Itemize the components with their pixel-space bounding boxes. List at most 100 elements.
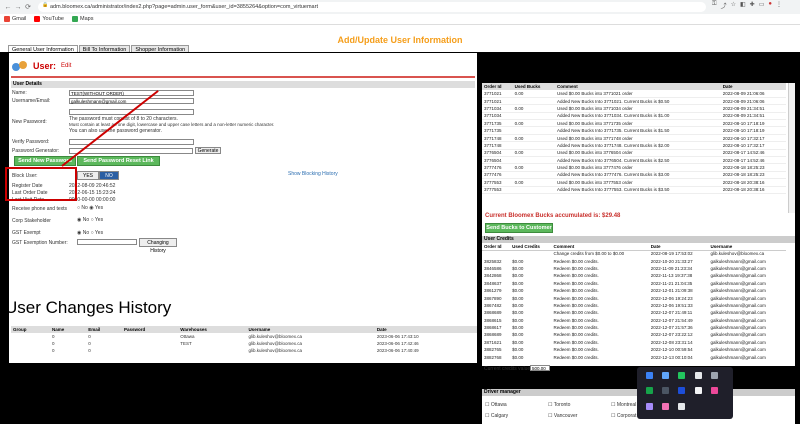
cell: 2022-08-10 17:32:17 (720, 141, 786, 150)
cell[interactable]: 3867482 (482, 302, 510, 309)
cell: $0.00 (512, 325, 524, 331)
cell: galkuleshmann@gmail.com (710, 295, 766, 301)
cell: 2022-12-06 19:24:23 (650, 295, 693, 301)
city-checkbox-corporate[interactable]: ☐ Corporat (611, 413, 636, 419)
user-header: User: Edit (12, 59, 71, 73)
bucks-scrollbar[interactable] (788, 83, 795, 213)
radio-yes[interactable]: ○ (91, 217, 94, 223)
cell[interactable]: 3882765 (482, 346, 510, 353)
key-icon[interactable]: ⚿ (712, 1, 717, 10)
table-header-row: Order Id Used Credits Comment Date Usern… (482, 243, 786, 251)
cell: 2022-08-10 17:18:19 (720, 119, 786, 128)
generator-input[interactable] (69, 148, 193, 154)
monitor-icon[interactable] (695, 372, 702, 379)
forward-icon[interactable]: → (13, 4, 23, 11)
network-icon[interactable] (662, 372, 669, 379)
teams-icon[interactable] (678, 387, 685, 394)
menu-icon[interactable]: ⋮ (776, 1, 782, 10)
chat-icon[interactable] (695, 387, 702, 394)
block-no-button[interactable]: NO (99, 171, 119, 180)
clock-icon[interactable] (662, 387, 669, 394)
maps-icon (72, 16, 78, 22)
reload-icon[interactable]: ⟳ (23, 3, 33, 11)
email-input[interactable]: galkuleshmann@gmail.com (69, 98, 194, 104)
city-checkbox-toronto[interactable]: ☐ Toronto (548, 402, 570, 408)
address-bar[interactable]: adm.bloomex.ca/administrator/index2.php?… (38, 2, 706, 12)
cell: Change credits from $0.00 to $0.00 (553, 251, 625, 257)
tool-icon[interactable] (711, 372, 718, 379)
table-row: 3776504 Added New Bucks Into 3776504. Cur… (482, 156, 786, 165)
cell[interactable]: 3871621 (482, 339, 510, 346)
cell[interactable]: 3846586 (482, 265, 510, 272)
radio-no[interactable]: ◉ (77, 217, 81, 223)
radio-no[interactable]: ◉ (77, 230, 81, 236)
show-blocking-history-link[interactable]: Show Blocking History (288, 171, 338, 177)
table-row: 3777553 0.00 Used $0.00 Bucks into 3777553… (482, 178, 786, 187)
star-icon[interactable]: ☆ (731, 1, 736, 10)
city-checkbox-calgary[interactable]: ☐ Calgary (485, 413, 508, 419)
puzzle-icon[interactable]: ✚ (750, 1, 755, 10)
bookmark-maps[interactable]: Maps (72, 16, 93, 22)
bookmark-label: Maps (80, 16, 94, 22)
radio-yes[interactable]: ◉ (89, 205, 93, 211)
cell: Redeem $0.00 credits. (553, 332, 599, 338)
brush-icon[interactable] (711, 387, 718, 394)
cell[interactable]: 3867890 (482, 294, 510, 301)
security-icon[interactable] (646, 387, 653, 394)
generate-button[interactable]: Generate (195, 147, 221, 154)
cell (512, 171, 556, 180)
cell: galkuleshmann@gmail.com (710, 332, 766, 338)
city-label: Ottawa (490, 402, 507, 408)
table-row: 3771021 0.00 Used $0.00 Bucks into 3771021… (482, 90, 786, 98)
app-icon[interactable] (678, 372, 685, 379)
cell: 2022-08-09 21:06:06 (720, 97, 786, 106)
cell[interactable]: 3868689 (482, 309, 510, 316)
block-yes-button[interactable]: YES (77, 171, 99, 180)
cell: Redeem $0.00 credits. (553, 273, 599, 279)
name-input[interactable]: TEST(WITHOUT ORDER) (69, 90, 194, 96)
table-row: 3777476 0.00 Used $0.00 Bucks into 3777476… (482, 163, 786, 172)
avatar-icon[interactable]: ● (768, 1, 772, 10)
sidebar-icon[interactable]: ▭ (759, 1, 765, 10)
cell (512, 186, 556, 194)
cell[interactable]: 3882768 (482, 353, 510, 360)
city-label: Corporat (616, 413, 637, 419)
column-header: Password (121, 326, 179, 333)
bookmark-youtube[interactable]: YouTube (34, 16, 64, 22)
cell[interactable]: 3861279 (482, 287, 510, 294)
city-label: Montreal (616, 402, 637, 408)
send-bucks-button[interactable]: Send Bucks to Customer (485, 223, 553, 233)
gst-number-input[interactable] (77, 239, 137, 245)
city-checkbox-ottawa[interactable]: ☐ Ottawa (485, 402, 507, 408)
cell[interactable]: 3842868 (482, 272, 510, 279)
cell: galkuleshmann@gmail.com (710, 347, 766, 353)
cell: 2022-08-18 18:25:23 (720, 163, 786, 172)
radio-yes[interactable]: ○ (91, 230, 94, 236)
send-reset-link-button[interactable]: Send Password Reset Link (77, 156, 160, 166)
capture-icon[interactable] (662, 403, 669, 410)
bookmark-gmail[interactable]: Gmail (4, 16, 26, 22)
back-icon[interactable]: ← (3, 4, 13, 11)
cell[interactable]: 3868617 (482, 324, 510, 331)
table-row: 3771735 0.00 Used $0.00 Bucks into 3771735… (482, 119, 786, 128)
changes-table: Group Name Email Password Warehouses Use… (11, 326, 477, 354)
cell[interactable]: 3848637 (482, 280, 510, 287)
bookmarks-bar: Gmail YouTube Maps (0, 14, 800, 25)
cloud-icon[interactable] (678, 403, 685, 410)
current-credits-input[interactable]: 500.00 (530, 365, 550, 371)
changing-history-button[interactable]: Changing History (139, 238, 177, 254)
lock-icon[interactable]: 🔒 (42, 2, 48, 8)
city-checkbox-vancouver[interactable]: ☐ Vancouver (548, 413, 577, 419)
city-checkbox-montreal[interactable]: ☐ Montreal (611, 402, 636, 408)
cell[interactable]: 3868689 (482, 331, 510, 338)
radio-no-label: No (82, 230, 90, 236)
extension-icon[interactable]: ◧ (740, 1, 746, 10)
bluetooth-icon[interactable] (646, 372, 653, 379)
cell[interactable] (482, 250, 510, 257)
share-icon[interactable]: ⤴ (721, 1, 727, 10)
radio-no[interactable]: ○ (77, 205, 80, 211)
cell[interactable]: 3825832 (482, 257, 510, 264)
cell[interactable]: 3868615 (482, 317, 510, 324)
pen-icon[interactable] (646, 403, 653, 410)
cell: 3771034 (482, 112, 513, 121)
